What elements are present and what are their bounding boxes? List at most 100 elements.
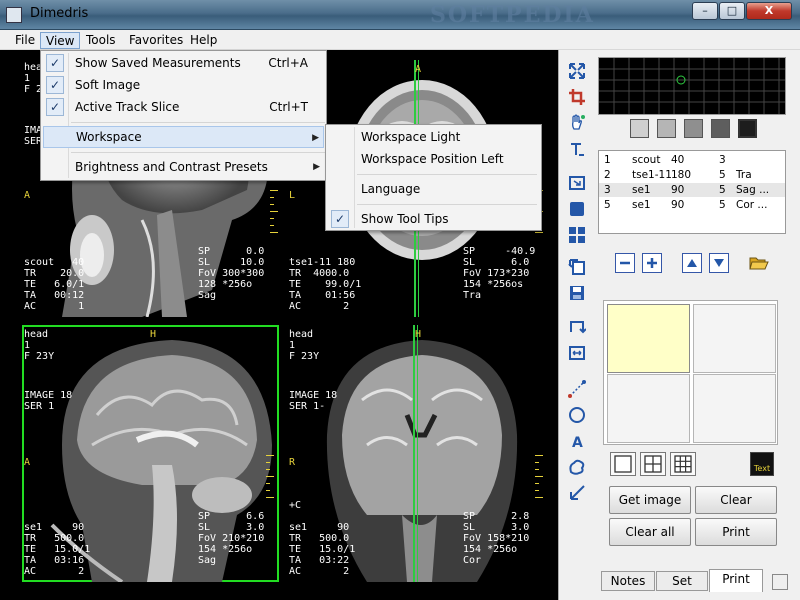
- overlay-acquisition-params: se1 90 TR 500.0 TE 15.0/1 TA 03:22 AC 2: [289, 522, 356, 577]
- overlay-slice-params: SP -40.9 SL 6.0 FoV 173*230 154 *256os T…: [463, 246, 536, 301]
- scale-ruler: [535, 455, 543, 504]
- menu-file[interactable]: File: [10, 32, 40, 49]
- submenu-arrow-icon: ▶: [313, 162, 320, 172]
- open-folder-icon[interactable]: [748, 252, 770, 274]
- measure-line-icon[interactable]: [566, 378, 588, 400]
- print-layout[interactable]: [603, 300, 778, 445]
- menu-item-workspace-light[interactable]: Workspace Light: [328, 126, 539, 148]
- tab-set[interactable]: Set: [656, 571, 708, 591]
- plus-icon: [647, 258, 657, 268]
- check-icon: ✓: [46, 98, 64, 116]
- overlay-contrast-marker: +C: [289, 500, 302, 511]
- shade-swatch-3[interactable]: [684, 119, 703, 138]
- flip-icon[interactable]: [566, 316, 588, 338]
- overlay-image-info: IMAGE 18 SER 1: [24, 390, 73, 412]
- viewport-bottom-right[interactable]: head 1 F 23Y H IMAGE 18 SER 1- R +C se1 …: [287, 325, 544, 582]
- menu-item-show-saved-measurements[interactable]: ✓ Show Saved Measurements Ctrl+A: [43, 52, 324, 74]
- grid-layout-icon[interactable]: [566, 224, 588, 246]
- layout-2x2-button[interactable]: [640, 452, 666, 476]
- stack-icon[interactable]: [566, 256, 588, 278]
- view-menu-dropdown: ✓ Show Saved Measurements Ctrl+A ✓ Soft …: [40, 50, 327, 181]
- single-layout-icon[interactable]: [566, 198, 588, 220]
- orientation-marker: A: [24, 190, 31, 201]
- menu-view[interactable]: View: [40, 32, 81, 49]
- move-down-button[interactable]: [709, 253, 729, 273]
- orientation-marker-top: H: [415, 329, 422, 340]
- list-item[interactable]: 3 se1 90 5 Sag ...: [599, 183, 785, 197]
- shade-swatch-1[interactable]: [630, 119, 649, 138]
- shade-swatch-5[interactable]: [738, 119, 757, 138]
- menu-item-workspace-position-left[interactable]: Workspace Position Left: [328, 148, 539, 170]
- crop-icon[interactable]: [566, 86, 588, 108]
- zoom-in-button[interactable]: [642, 253, 662, 273]
- list-item[interactable]: 2 tse1-11 180 5 Tra: [599, 168, 785, 182]
- menu-favorites[interactable]: Favorites: [124, 32, 188, 49]
- tab-notes[interactable]: Notes: [601, 571, 655, 591]
- print-cell-2[interactable]: [693, 304, 776, 373]
- swap-icon[interactable]: [566, 342, 588, 364]
- print-button[interactable]: Print: [695, 518, 777, 546]
- minimize-button[interactable]: –: [692, 2, 718, 20]
- ellipse-tool-icon[interactable]: [566, 404, 588, 426]
- fit-to-window-icon[interactable]: [566, 60, 588, 82]
- menu-item-active-track-slice[interactable]: ✓ Active Track Slice Ctrl+T: [43, 96, 324, 118]
- overlay-acquisition-params: tse1-11 180 TR 4000.0 TE 99.0/1 TA 01:56…: [289, 257, 362, 312]
- maximize-button[interactable]: □: [719, 2, 745, 20]
- orientation-marker: A: [24, 457, 31, 468]
- list-item[interactable]: 1 scout 40 3: [599, 153, 785, 167]
- text-thumbnail-icon[interactable]: Text: [750, 452, 774, 476]
- layout-1x1-button[interactable]: [610, 452, 636, 476]
- navigator-grid[interactable]: [598, 57, 786, 115]
- orientation-marker-left: L: [289, 190, 296, 201]
- scale-ruler: [270, 190, 278, 239]
- annotation-text-icon[interactable]: A: [566, 430, 588, 452]
- list-item[interactable]: 5 se1 90 5 Cor ...: [599, 198, 785, 212]
- viewport-bottom-left[interactable]: head 1 F 23Y H IMAGE 18 SER 1 A se1 90 T…: [22, 325, 279, 582]
- menu-separator: [71, 122, 325, 123]
- shade-swatch-4[interactable]: [711, 119, 730, 138]
- menu-item-language[interactable]: Language: [328, 178, 539, 200]
- overlay-slice-params: SP 6.6 SL 3.0 FoV 210*210 154 *256o Sag: [198, 511, 265, 566]
- scale-ruler: [266, 455, 274, 504]
- rotate-window-icon[interactable]: [566, 172, 588, 194]
- arrow-annotation-icon[interactable]: [566, 482, 588, 504]
- menu-item-soft-image[interactable]: ✓ Soft Image: [43, 74, 324, 96]
- print-cell-3[interactable]: [607, 374, 690, 443]
- check-icon: ✓: [46, 76, 64, 94]
- series-list[interactable]: 1 scout 40 3 2 tse1-11 180 5 Tra 3 se1 9…: [598, 150, 786, 234]
- overlay-image-info: IMAGE 18 SER 1-: [289, 390, 338, 412]
- close-button[interactable]: X: [746, 2, 792, 20]
- svg-text:A: A: [572, 435, 583, 450]
- menu-separator: [71, 152, 325, 153]
- check-icon: ✓: [46, 54, 64, 72]
- clear-all-button[interactable]: Clear all: [609, 518, 691, 546]
- menu-item-show-tool-tips[interactable]: ✓ Show Tool Tips: [328, 208, 539, 230]
- menu-item-brightness-contrast-presets[interactable]: Brightness and Contrast Presets ▶: [43, 156, 324, 178]
- print-cell-1[interactable]: [607, 304, 690, 373]
- pan-hand-icon[interactable]: [566, 112, 588, 134]
- resize-grip-icon[interactable]: [772, 574, 788, 590]
- window-title: Dimedris: [30, 6, 89, 21]
- menu-help[interactable]: Help: [185, 32, 222, 49]
- menu-item-workspace[interactable]: Workspace ▶: [43, 126, 324, 148]
- text-cursor-icon[interactable]: [566, 138, 588, 160]
- save-icon[interactable]: [566, 282, 588, 304]
- layout-quad-icon: [644, 455, 662, 473]
- menu-separator: [357, 174, 537, 175]
- zoom-out-button[interactable]: [615, 253, 635, 273]
- tab-print[interactable]: Print: [709, 569, 763, 592]
- layout-3x3-button[interactable]: [670, 452, 696, 476]
- print-cell-4[interactable]: [693, 374, 776, 443]
- orientation-marker: R: [289, 457, 296, 468]
- app-icon: [6, 7, 22, 23]
- shade-swatch-2[interactable]: [657, 119, 676, 138]
- move-up-button[interactable]: [682, 253, 702, 273]
- clear-button[interactable]: Clear: [695, 486, 777, 514]
- submenu-arrow-icon: ▶: [312, 133, 319, 143]
- menu-tools[interactable]: Tools: [81, 32, 121, 49]
- freehand-region-icon[interactable]: [566, 456, 588, 478]
- text-thumbnail-label: Text: [753, 463, 771, 473]
- get-image-button[interactable]: Get image: [609, 486, 691, 514]
- overlay-slice-params: SP 0.0 SL 10.0 FoV 300*300 128 *256o Sag: [198, 246, 265, 301]
- workspace-submenu: Workspace Light Workspace Position Left …: [325, 124, 542, 231]
